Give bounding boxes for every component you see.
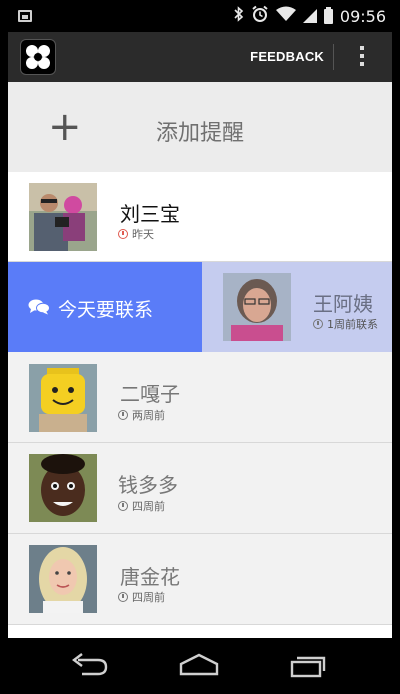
list-item[interactable]: 二嘎子 两周前 <box>8 352 392 443</box>
last-contact-text: 四周前 <box>132 500 165 513</box>
last-contact-text: 两周前 <box>132 409 165 422</box>
plus-icon: + <box>48 104 82 150</box>
contact-today-button[interactable]: 今天要联系 <box>8 262 202 352</box>
back-icon[interactable] <box>70 652 110 682</box>
clock-icon <box>118 410 128 420</box>
contact-meta: 四周前 <box>118 589 165 605</box>
clock-time: 09:56 <box>339 6 386 26</box>
avatar <box>29 454 97 522</box>
clock-icon <box>118 592 128 602</box>
image-notification-icon <box>18 10 32 22</box>
feedback-button[interactable]: FEEDBACK <box>250 49 324 64</box>
clock-icon <box>313 319 323 329</box>
battery-icon <box>323 6 333 24</box>
list-item[interactable]: 刘三宝 昨天 <box>8 172 392 262</box>
contact-name: 王阿姨 <box>313 292 373 316</box>
contact-name: 唐金花 <box>120 565 180 589</box>
clock-icon <box>118 229 128 239</box>
clock-icon <box>118 501 128 511</box>
signal-icon <box>302 9 317 23</box>
status-bar: 09:56 <box>8 0 392 32</box>
status-icons: 09:56 <box>234 5 386 28</box>
list-item-partial <box>8 625 392 638</box>
contact-meta: 两周前 <box>118 407 165 423</box>
alarm-icon <box>251 5 269 28</box>
avatar <box>223 273 291 341</box>
contact-meta: 1周前联系 <box>313 316 378 332</box>
chat-bubbles-icon <box>28 298 50 315</box>
contact-name: 刘三宝 <box>120 202 180 226</box>
list-item-swiped[interactable]: 今天要联系 王阿姨 1周前联系 <box>8 262 392 352</box>
avatar <box>29 183 97 251</box>
phone-screen: 09:56 FEEDBACK + 添加提醒 刘三宝 昨天 今天要联系 王阿姨 1… <box>8 0 392 694</box>
device-frame: 09:56 FEEDBACK + 添加提醒 刘三宝 昨天 今天要联系 王阿姨 1… <box>0 0 400 694</box>
contact-name: 二嘎子 <box>120 382 180 406</box>
action-bar: FEEDBACK <box>8 32 392 82</box>
home-icon[interactable] <box>178 652 220 682</box>
add-reminder-label: 添加提醒 <box>156 121 245 146</box>
navigation-bar <box>8 638 392 694</box>
last-contact-text: 昨天 <box>132 228 154 241</box>
overflow-menu-icon[interactable] <box>354 46 370 70</box>
recent-apps-icon[interactable] <box>288 652 328 682</box>
contact-meta: 四周前 <box>118 498 165 514</box>
avatar <box>29 364 97 432</box>
last-contact-text: 1周前联系 <box>327 318 378 331</box>
avatar <box>29 545 97 613</box>
contact-list: + 添加提醒 刘三宝 昨天 今天要联系 王阿姨 1周前联系 二嘎子 两周前 钱多… <box>8 82 392 638</box>
contact-name: 钱多多 <box>118 473 178 497</box>
add-reminder-button[interactable]: + 添加提醒 <box>8 82 392 172</box>
last-contact-text: 四周前 <box>132 591 165 604</box>
list-item[interactable]: 唐金花 四周前 <box>8 534 392 625</box>
fan-logo-icon[interactable] <box>20 39 56 75</box>
action-bar-divider <box>333 44 334 70</box>
contact-today-label: 今天要联系 <box>58 299 154 321</box>
list-item[interactable]: 钱多多 四周前 <box>8 443 392 534</box>
contact-meta: 昨天 <box>118 226 154 242</box>
bluetooth-icon <box>234 5 244 27</box>
wifi-icon <box>275 6 296 27</box>
